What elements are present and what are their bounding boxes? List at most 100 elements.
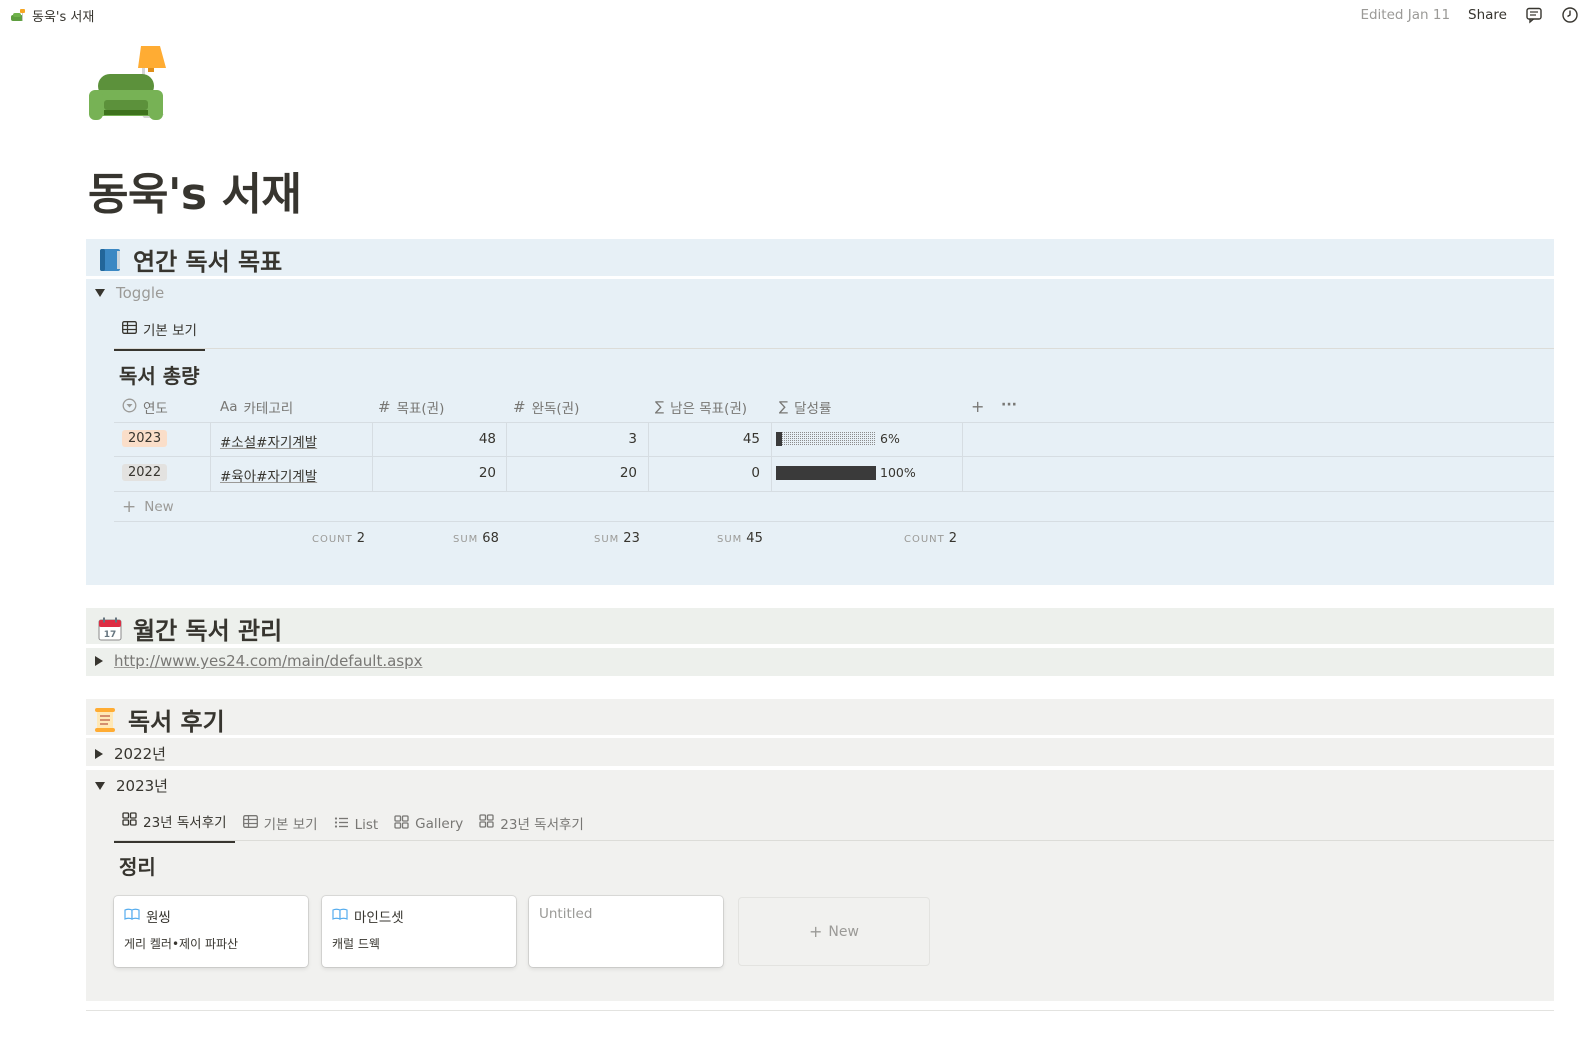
gallery-icon: [479, 814, 494, 832]
page-title[interactable]: 동욱's 서재: [88, 158, 302, 222]
toggle-2023[interactable]: 2023년: [95, 775, 168, 796]
breadcrumb-label: 동욱's 서재: [32, 10, 95, 25]
annual-goal-heading[interactable]: 연간 독서 목표: [97, 242, 282, 277]
summary-row: COUNT 2 SUM 68 SUM 23 SUM 45 COUNT 2: [114, 521, 1554, 555]
divider: [506, 457, 507, 491]
card-title: 원씽: [146, 910, 171, 926]
divider: [372, 423, 373, 457]
tab-label: 기본 보기: [143, 323, 197, 339]
annual-goal-heading-text: 연간 독서 목표: [133, 248, 283, 276]
gallery-card[interactable]: 마인드셋 캐럴 드웩: [322, 896, 516, 967]
summary-goal-sum[interactable]: SUM 68: [453, 531, 499, 546]
add-column-plus-icon[interactable]: +: [971, 397, 984, 416]
year-tag[interactable]: 2023: [122, 430, 168, 447]
new-card-button[interactable]: + New: [738, 897, 930, 966]
divider: [962, 423, 963, 457]
select-icon: [122, 398, 137, 417]
toggle-down-icon[interactable]: [95, 289, 105, 297]
more-options-icon[interactable]: ···: [1001, 397, 1017, 413]
blue-book-icon: [97, 247, 123, 273]
tab-label: 23년 독서후기: [500, 817, 584, 833]
tab-23-reviews-2[interactable]: 23년 독서후기: [471, 813, 592, 843]
tab-gallery[interactable]: Gallery: [386, 815, 471, 843]
scroll-icon: [92, 707, 118, 733]
rate-label: 100%: [880, 465, 916, 480]
summary-rate-count[interactable]: COUNT 2: [904, 531, 957, 546]
formula-type-icon: ∑: [779, 399, 789, 415]
gallery-card[interactable]: 원씽 게리 켈러•제이 파파산: [114, 896, 308, 967]
goal-cell[interactable]: 48: [394, 431, 496, 447]
tab-basic-view[interactable]: 기본 보기: [235, 813, 326, 843]
add-row-button[interactable]: + New: [114, 491, 1554, 521]
summary-value: 45: [746, 531, 763, 546]
column-goal[interactable]: # 목표(권): [378, 397, 444, 417]
remaining-cell[interactable]: 45: [670, 431, 760, 447]
summary-value: 23: [623, 531, 640, 546]
share-button[interactable]: Share: [1468, 7, 1507, 23]
goal-cell[interactable]: 20: [394, 465, 496, 481]
monthly-heading[interactable]: 17 월간 독서 관리: [97, 611, 282, 646]
annual-view-tabs: 기본 보기: [114, 319, 205, 351]
summary-key: SUM: [717, 534, 743, 545]
divider: [648, 457, 649, 491]
column-label: 카테고리: [243, 401, 294, 417]
table-row[interactable]: 2023 #소설#자기계발 48 3 45 6%: [114, 422, 1554, 457]
edited-timestamp: Edited Jan 11: [1360, 7, 1451, 23]
summary-value: 2: [356, 531, 366, 546]
summary-key: SUM: [453, 534, 479, 545]
list-icon: [334, 816, 349, 833]
toggle-down-icon[interactable]: [95, 781, 105, 790]
yes24-link[interactable]: http://www.yes24.com/main/default.aspx: [114, 652, 423, 670]
svg-text:17: 17: [104, 630, 117, 640]
tab-divider: [114, 348, 1554, 349]
column-label: 연도: [143, 401, 168, 417]
column-rate[interactable]: ∑ 달성률: [779, 397, 831, 417]
done-cell[interactable]: 20: [534, 465, 637, 481]
tab-label: List: [354, 816, 379, 833]
column-category[interactable]: Aa 카테고리: [220, 397, 293, 417]
reviews-heading-text: 독서 후기: [128, 708, 225, 736]
rate-cell[interactable]: 6%: [776, 431, 900, 446]
toggle-2022[interactable]: 2022년: [95, 743, 166, 764]
summary-key: SUM: [594, 534, 620, 545]
table-icon: [122, 320, 137, 338]
breadcrumb[interactable]: 동욱's 서재: [10, 6, 94, 25]
tab-23-reviews[interactable]: 23년 독서후기: [114, 811, 235, 843]
column-done[interactable]: # 완독(권): [513, 397, 579, 417]
table-row[interactable]: 2022 #육아#자기계발 20 20 0 100%: [114, 456, 1554, 491]
annual-toggle[interactable]: Toggle: [95, 284, 164, 302]
summary-value: 68: [482, 531, 499, 546]
new-row-label: New: [144, 498, 174, 515]
toggle-right-icon[interactable]: [95, 748, 103, 759]
rate-cell[interactable]: 100%: [776, 465, 916, 480]
summary-done-sum[interactable]: SUM 23: [594, 531, 640, 546]
year-tag[interactable]: 2022: [122, 464, 168, 481]
summary-remaining-sum[interactable]: SUM 45: [717, 531, 763, 546]
tab-basic-view[interactable]: 기본 보기: [114, 319, 205, 351]
summary-year-count[interactable]: COUNT 2: [312, 531, 365, 546]
column-label: 목표(권): [396, 401, 445, 417]
tab-list[interactable]: List: [326, 816, 387, 843]
table-header: 연도 Aa 카테고리 # 목표(권) # 완독(권) ∑ 남은 목표(권) ∑ …: [114, 393, 1554, 421]
database-title[interactable]: 독서 총량: [119, 360, 200, 389]
reviews-heading[interactable]: 독서 후기: [92, 702, 225, 737]
category-cell[interactable]: #소설#자기계발: [220, 435, 317, 451]
done-cell[interactable]: 3: [534, 431, 637, 447]
remaining-cell[interactable]: 0: [670, 465, 760, 481]
category-cell[interactable]: #육아#자기계발: [220, 469, 317, 485]
column-year[interactable]: 연도: [122, 397, 168, 417]
gallery-title[interactable]: 정리: [119, 851, 156, 880]
column-remaining[interactable]: ∑ 남은 목표(권): [655, 397, 747, 417]
toggle-right-icon[interactable]: [95, 656, 103, 666]
rate-label: 6%: [880, 431, 900, 446]
gallery-card[interactable]: Untitled: [529, 896, 723, 967]
gallery-icon: [122, 812, 137, 830]
open-book-icon: [332, 908, 348, 924]
open-book-icon: [124, 908, 140, 924]
clock-history-icon[interactable]: [1561, 6, 1579, 24]
divider: [648, 423, 649, 457]
progress-bar: [776, 465, 876, 480]
comment-icon[interactable]: [1525, 6, 1543, 24]
monthly-link-toggle[interactable]: http://www.yes24.com/main/default.aspx: [95, 652, 423, 670]
couch-lamp-icon[interactable]: [86, 44, 170, 128]
